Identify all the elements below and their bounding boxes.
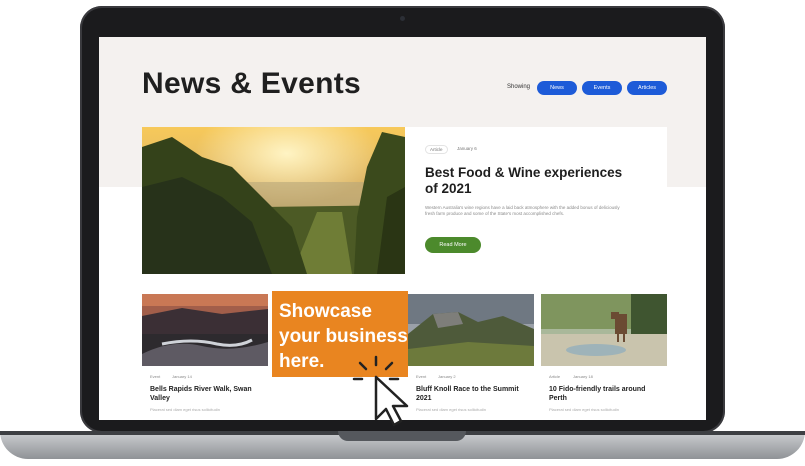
filter-events-button[interactable]: Events [582, 81, 622, 95]
event-card-bluff-knoll[interactable]: Event January 2 Bluff Knoll Race to the … [408, 294, 534, 420]
filter-label: Showing [507, 84, 531, 90]
featured-vineyard-image[interactable] [142, 127, 405, 274]
featured-title[interactable]: Best Food & Wine experiences of 2021 [425, 165, 635, 197]
card-title[interactable]: Bells Rapids River Walk, Swan Valley [150, 386, 262, 403]
card-title[interactable]: 10 Fido-friendly trails around Perth [549, 386, 661, 403]
laptop-notch [338, 431, 466, 441]
featured-card[interactable]: Article January 6 Best Food & Wine exper… [405, 127, 667, 274]
featured-description: Western Australia's wine regions have a … [425, 205, 620, 216]
card-tag: Article [549, 374, 561, 379]
read-more-button[interactable]: Read More [425, 237, 481, 253]
bluff-knoll-image [408, 294, 534, 366]
card-title[interactable]: Bluff Knoll Race to the Summit 2021 [416, 386, 528, 403]
card-date: January 18 [573, 374, 593, 379]
card-description: Placerat sed diam eget risus sollicitudi… [549, 407, 620, 412]
featured-date: January 6 [457, 146, 477, 151]
event-card-bells-rapids[interactable]: Event January 14 Bells Rapids River Walk… [142, 294, 268, 420]
filter-articles-button[interactable]: Articles [627, 81, 667, 95]
card-description: Placerat sed diam eget risus sollicitudi… [150, 407, 221, 412]
card-date: January 14 [172, 374, 192, 379]
card-tag: Event [416, 374, 427, 379]
featured-tag: Article [425, 145, 448, 154]
camera-icon [400, 16, 405, 21]
card-date: January 2 [438, 374, 456, 379]
filter-news-button[interactable]: News [537, 81, 577, 95]
page-title: News & Events [142, 67, 361, 100]
click-cursor-icon [346, 355, 416, 430]
card-tag: Event [150, 374, 161, 379]
event-card-fido-trails[interactable]: Article January 18 10 Fido-friendly trai… [541, 294, 667, 420]
bells-rapids-image [142, 294, 268, 366]
fido-trails-image [541, 294, 667, 366]
card-description: Placerat sed diam eget risus sollicitudi… [416, 407, 487, 412]
